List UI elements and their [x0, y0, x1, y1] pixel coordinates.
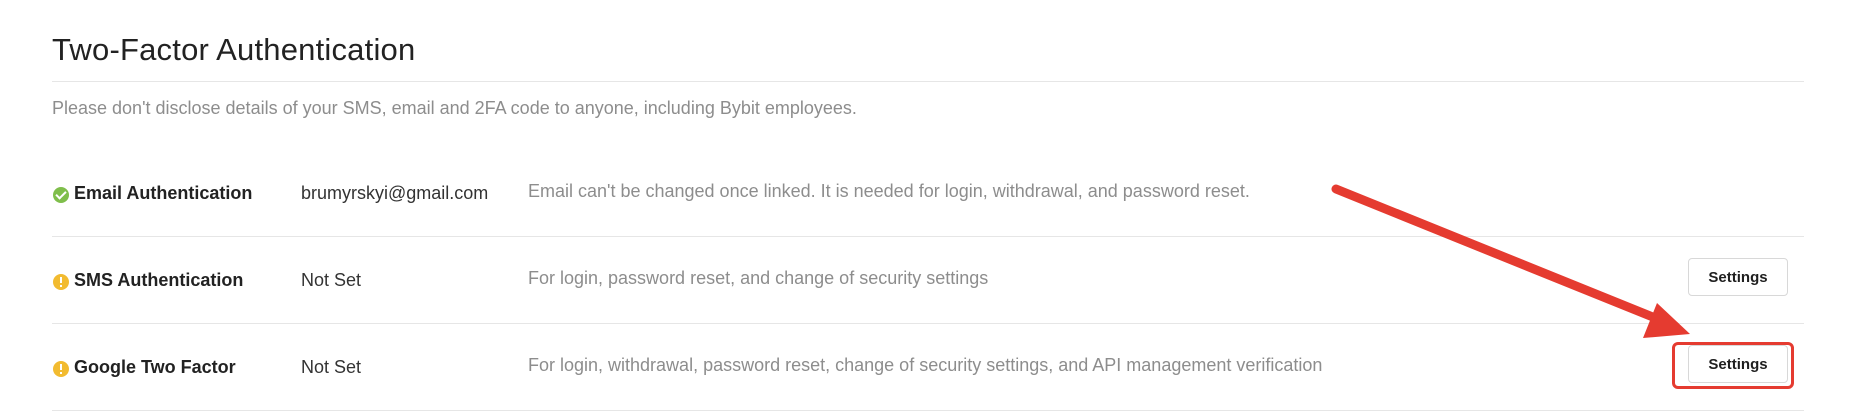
title-divider — [52, 81, 1804, 82]
method-description: Email can't be changed once linked. It i… — [528, 181, 1250, 201]
method-status: Not Set — [301, 270, 362, 290]
method-name: Email Authentication — [74, 183, 253, 203]
warning-circle-icon — [53, 274, 69, 290]
sms-authentication-row: SMS Authentication Not Set For login, pa… — [52, 237, 1804, 324]
method-status: Not Set — [301, 357, 362, 377]
method-name: Google Two Factor — [74, 357, 236, 377]
email-authentication-row: Email Authentication brumyrskyi@gmail.co… — [52, 150, 1804, 237]
two-factor-auth-panel: Two-Factor Authentication Please don't d… — [0, 0, 1856, 411]
method-description: For login, withdrawal, password reset, c… — [528, 355, 1323, 375]
warning-circle-icon — [53, 361, 69, 377]
method-name: SMS Authentication — [74, 270, 244, 290]
page-title: Two-Factor Authentication — [52, 32, 416, 67]
security-warning-text: Please don't disclose details of your SM… — [52, 98, 857, 118]
google-two-factor-settings-button[interactable]: Settings — [1688, 345, 1788, 383]
email-address: brumyrskyi@gmail.com — [301, 183, 489, 203]
method-description: For login, password reset, and change of… — [528, 268, 989, 288]
sms-settings-button[interactable]: Settings — [1688, 258, 1788, 296]
check-circle-icon — [53, 187, 69, 203]
google-two-factor-row: Google Two Factor Not Set For login, wit… — [52, 324, 1804, 411]
